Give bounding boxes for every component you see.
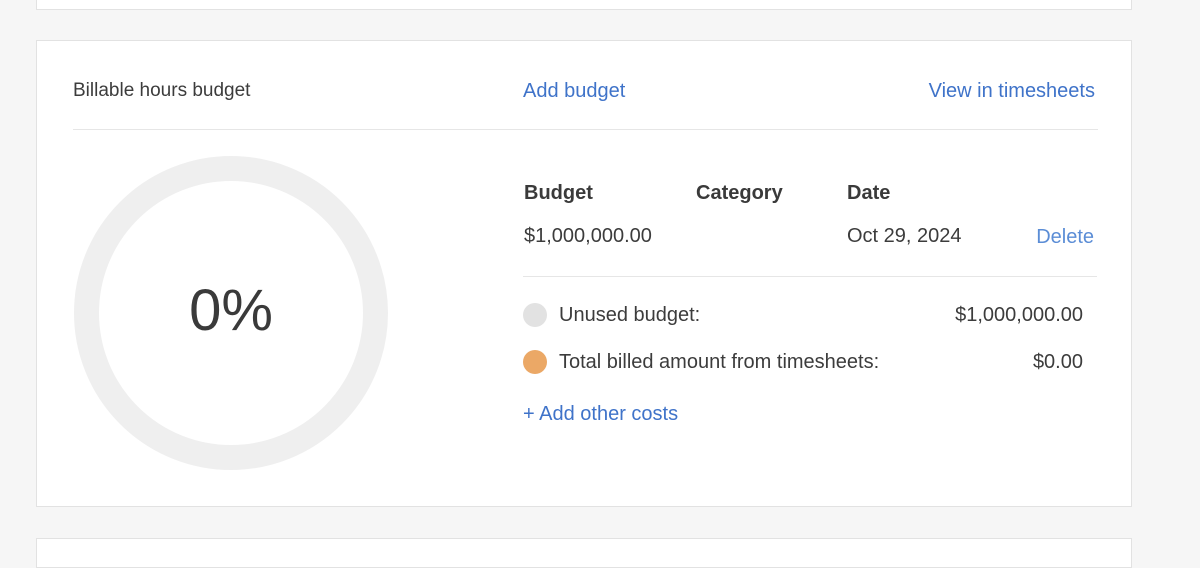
budget-amount: $1,000,000.00 <box>524 225 652 247</box>
legend-label: Total billed amount from timesheets: <box>559 351 880 373</box>
next-card <box>36 538 1132 568</box>
billed-amount-dot-icon <box>523 350 547 374</box>
column-header-date: Date <box>847 182 891 204</box>
billable-hours-budget-card: Billable hours budget Add budget View in… <box>36 40 1132 507</box>
unused-budget-dot-icon <box>523 303 547 327</box>
column-header-budget: Budget <box>524 182 593 204</box>
header-divider <box>73 129 1098 130</box>
legend-value: $0.00 <box>1032 351 1083 373</box>
legend-value: $1,000,000.00 <box>955 304 1083 326</box>
progress-percent: 0% <box>189 278 273 343</box>
column-header-category: Category <box>696 182 783 204</box>
view-in-timesheets-link[interactable]: View in timesheets <box>929 79 1095 103</box>
previous-card <box>36 0 1132 10</box>
card-title: Billable hours budget <box>73 80 251 101</box>
budget-date: Oct 29, 2024 <box>847 225 962 247</box>
delete-budget-link[interactable]: Delete <box>1036 225 1094 249</box>
add-other-costs-link[interactable]: + Add other costs <box>523 402 678 426</box>
legend-label: Unused budget: <box>559 304 701 326</box>
add-budget-link[interactable]: Add budget <box>523 79 625 103</box>
table-divider <box>523 276 1097 277</box>
